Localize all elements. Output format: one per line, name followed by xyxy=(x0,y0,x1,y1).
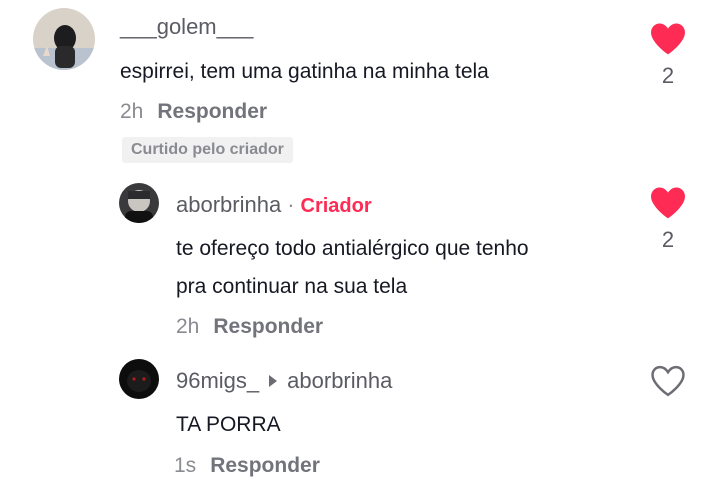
comment-text: espirrei, tem uma gatinha na minha tela xyxy=(120,60,489,83)
comment-meta: 2h Responder xyxy=(120,100,267,124)
reply-button[interactable]: Responder xyxy=(157,100,267,123)
comment-meta: 1s Responder xyxy=(174,454,320,478)
comment-text-line: te ofereço todo antialérgico que tenho xyxy=(176,237,529,260)
comment-time: 2h xyxy=(176,315,200,338)
comment-text-line: pra continuar na sua tela xyxy=(176,275,408,298)
like-control[interactable] xyxy=(638,364,698,403)
comment-time: 1s xyxy=(174,454,197,477)
comment-time: 2h xyxy=(120,100,144,123)
avatar[interactable] xyxy=(119,183,159,223)
heart-filled-icon[interactable] xyxy=(649,186,687,220)
comment-username[interactable]: aborbrinha xyxy=(176,192,281,217)
like-count: 2 xyxy=(661,63,675,88)
comment-username[interactable]: 96migs_ xyxy=(176,368,259,393)
avatar[interactable] xyxy=(33,8,95,70)
profile-photo-icon xyxy=(119,359,159,399)
comment-meta: 2h Responder xyxy=(176,315,323,339)
heart-outline-icon[interactable] xyxy=(649,364,687,398)
creator-tag: Criador xyxy=(300,195,372,217)
avatar[interactable] xyxy=(119,359,159,399)
like-control[interactable]: 2 xyxy=(638,22,698,89)
comment-username[interactable]: ___golem___ xyxy=(120,14,253,40)
like-count: 2 xyxy=(661,227,675,252)
separator-dot: · xyxy=(287,192,295,217)
like-control[interactable]: 2 xyxy=(638,186,698,253)
heart-filled-icon[interactable] xyxy=(649,22,687,56)
reply-arrow-icon xyxy=(269,375,278,388)
reply-button[interactable]: Responder xyxy=(213,315,323,338)
profile-photo-icon xyxy=(33,8,95,70)
reply-button[interactable]: Responder xyxy=(210,454,320,477)
profile-photo-icon xyxy=(119,183,159,223)
comment-text: TA PORRA xyxy=(176,413,281,436)
liked-by-creator-badge: Curtido pelo criador xyxy=(122,137,293,163)
comment-username-row: aborbrinha · Criador xyxy=(176,192,372,218)
comment-username-row: 96migs_ aborbrinha xyxy=(176,368,392,394)
reply-to-username[interactable]: aborbrinha xyxy=(287,368,392,393)
